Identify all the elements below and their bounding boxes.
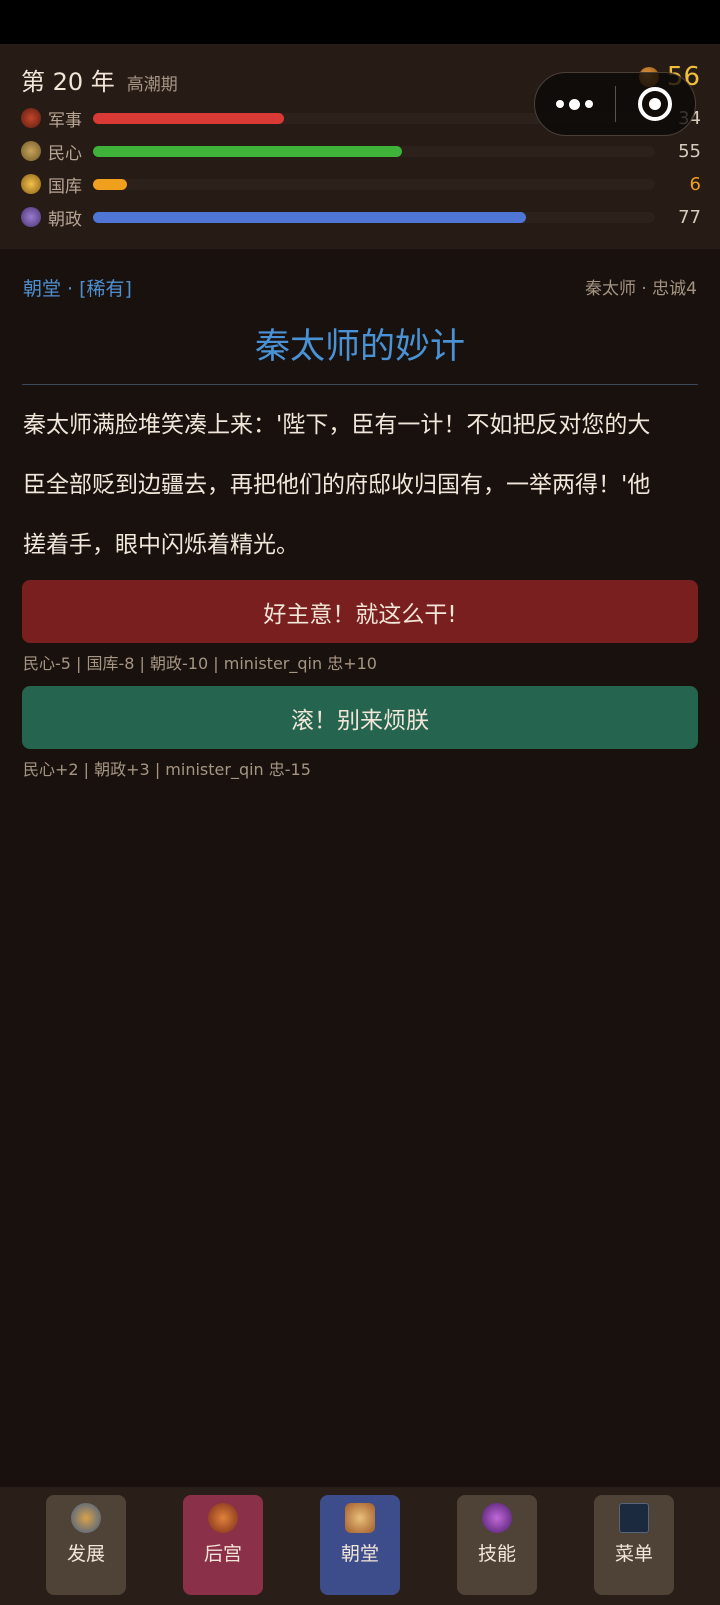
stat-label: 军事 [48, 110, 82, 131]
stat-court: 朝政 77 [21, 205, 701, 230]
stat-treasury: 国库 6 [21, 172, 701, 197]
court-hall-icon [345, 1503, 375, 1533]
nav-menu[interactable]: 菜单 [594, 1495, 674, 1595]
nav-label: 技能 [477, 1543, 516, 1565]
nav-skills[interactable]: 技能 [457, 1495, 537, 1595]
stat-label: 朝政 [48, 209, 82, 230]
nav-label: 菜单 [614, 1543, 653, 1565]
mini-program-capsule [534, 72, 696, 136]
court-icon [21, 207, 41, 227]
menu-icon [619, 1503, 649, 1533]
choice-accept-effect: 民心-5 | 国库-8 | 朝政-10 | minister_qin 忠+10 [23, 654, 377, 673]
skills-icon [482, 1503, 512, 1533]
bottom-nav: 发展 后宫 朝堂 技能 菜单 [0, 1487, 720, 1605]
development-icon [71, 1503, 101, 1533]
title-divider [22, 384, 698, 385]
nav-court-hall[interactable]: 朝堂 [320, 1495, 400, 1595]
event-text: 秦太师满脸堆笑凑上来：'陛下，臣有一计！不如把反对您的大臣全部贬到边疆去，再把他… [23, 412, 651, 558]
harem-icon [208, 1503, 238, 1533]
stat-label: 国库 [48, 176, 82, 197]
nav-label: 朝堂 [340, 1543, 379, 1565]
stat-bar-fill [93, 211, 526, 223]
choice-reject-effect: 民心+2 | 朝政+3 | minister_qin 忠-15 [23, 760, 311, 779]
year-label: 第 20 年 [21, 68, 115, 96]
system-status-bar [0, 0, 720, 44]
more-button[interactable] [535, 73, 615, 135]
stat-value: 6 [689, 173, 701, 195]
stat-bar [93, 211, 655, 223]
stat-bar-fill [93, 112, 285, 124]
event-category: 朝堂 · [稀有] [23, 278, 132, 300]
stat-label: 民心 [48, 143, 82, 164]
event-title: 秦太师的妙计 [254, 327, 465, 367]
people-icon [21, 141, 41, 161]
choice-reject-button[interactable]: 滚！别来烦朕 [22, 686, 698, 749]
nav-development[interactable]: 发展 [46, 1495, 126, 1595]
nav-label: 发展 [66, 1543, 105, 1565]
stat-people: 民心 55 [21, 139, 701, 164]
more-dot-icon [585, 100, 594, 108]
event-source: 秦太师 · 忠诚4 [584, 279, 697, 299]
era-label: 高潮期 [126, 75, 178, 95]
choice-accept-button[interactable]: 好主意！就这么干! [22, 580, 698, 643]
nav-harem[interactable]: 后宫 [183, 1495, 263, 1595]
stat-bar-fill [93, 145, 403, 157]
close-target-icon [638, 87, 673, 121]
more-dot-icon [556, 100, 565, 108]
treasury-icon [21, 174, 41, 194]
stat-bar [93, 178, 655, 190]
military-icon [21, 108, 41, 128]
close-button[interactable] [616, 73, 696, 135]
more-dot-icon [569, 98, 581, 110]
stat-value: 77 [678, 206, 701, 228]
year-display: 第 20 年 高潮期 [21, 62, 178, 97]
stat-value: 55 [678, 140, 701, 162]
stat-bar-fill [93, 178, 127, 190]
nav-label: 后宫 [203, 1543, 242, 1565]
stat-bar [93, 145, 655, 157]
